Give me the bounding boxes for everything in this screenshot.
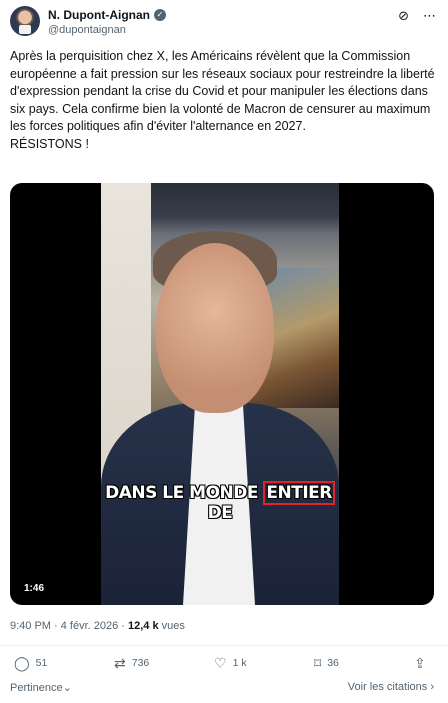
chevron-down-icon: ⌄ bbox=[62, 682, 72, 694]
header-actions: ⊘ ⋯ bbox=[398, 8, 436, 24]
more-icon[interactable]: ⋯ bbox=[423, 8, 436, 24]
like-count: 1 k bbox=[232, 657, 247, 669]
reply-icon: ◯ bbox=[14, 655, 30, 671]
bookmark-button[interactable]: ⌑ 36 bbox=[314, 656, 339, 670]
grok-icon[interactable]: ⊘ bbox=[398, 8, 409, 24]
bookmark-icon: ⌑ bbox=[314, 655, 322, 671]
caption-after: DE bbox=[207, 503, 233, 523]
tweet-header: N. Dupont-Aignan ✓ @dupontaignan ⊘ ⋯ bbox=[10, 6, 438, 42]
author-handle[interactable]: @dupontaignan bbox=[48, 24, 126, 36]
share-button[interactable]: ⇪ bbox=[414, 656, 426, 670]
like-button[interactable]: ♡ 1 k bbox=[214, 656, 247, 670]
retweet-icon: ⇄ bbox=[114, 655, 126, 671]
retweet-count: 736 bbox=[131, 657, 150, 669]
video-caption: DANS LE MONDE ENTIER DE bbox=[101, 481, 339, 523]
verified-badge-icon: ✓ bbox=[153, 9, 166, 21]
video-player[interactable]: DANS LE MONDE ENTIER DE 1:46 bbox=[10, 183, 434, 605]
sort-dropdown[interactable]: Pertinence⌄ bbox=[10, 681, 72, 694]
video-duration: 1:46 bbox=[24, 583, 45, 594]
avatar[interactable] bbox=[10, 6, 40, 36]
retweet-button[interactable]: ⇄ 736 bbox=[114, 656, 149, 670]
bookmark-count: 36 bbox=[327, 657, 339, 669]
views-label: vues bbox=[158, 620, 185, 632]
views-count: 12,4 k bbox=[128, 620, 159, 632]
reply-button[interactable]: ◯ 51 bbox=[14, 656, 47, 670]
tweet-meta: 9:40 PM · 4 févr. 2026 · 12,4 k vues bbox=[10, 620, 185, 632]
action-bar: ◯ 51 ⇄ 736 ♡ 1 k ⌑ 36 ⇪ bbox=[14, 656, 434, 674]
video-frame[interactable]: DANS LE MONDE ENTIER DE bbox=[101, 183, 339, 605]
divider bbox=[0, 645, 448, 646]
heart-icon: ♡ bbox=[214, 655, 227, 671]
tweet-timestamp[interactable]: 9:40 PM · 4 févr. 2026 · bbox=[10, 620, 128, 632]
caption-highlight: ENTIER bbox=[263, 481, 335, 505]
author-name-row: N. Dupont-Aignan ✓ bbox=[48, 8, 166, 22]
author-name[interactable]: N. Dupont-Aignan bbox=[48, 8, 150, 22]
share-icon: ⇪ bbox=[414, 655, 426, 671]
view-quotes-link[interactable]: Voir les citations › bbox=[348, 681, 434, 693]
sort-label: Pertinence bbox=[10, 682, 63, 694]
tweet-text: Après la perquisition chez X, les Améric… bbox=[10, 49, 435, 151]
caption-before: DANS LE MONDE bbox=[105, 483, 264, 503]
reply-count: 51 bbox=[35, 657, 48, 669]
video-person-head bbox=[156, 243, 274, 413]
